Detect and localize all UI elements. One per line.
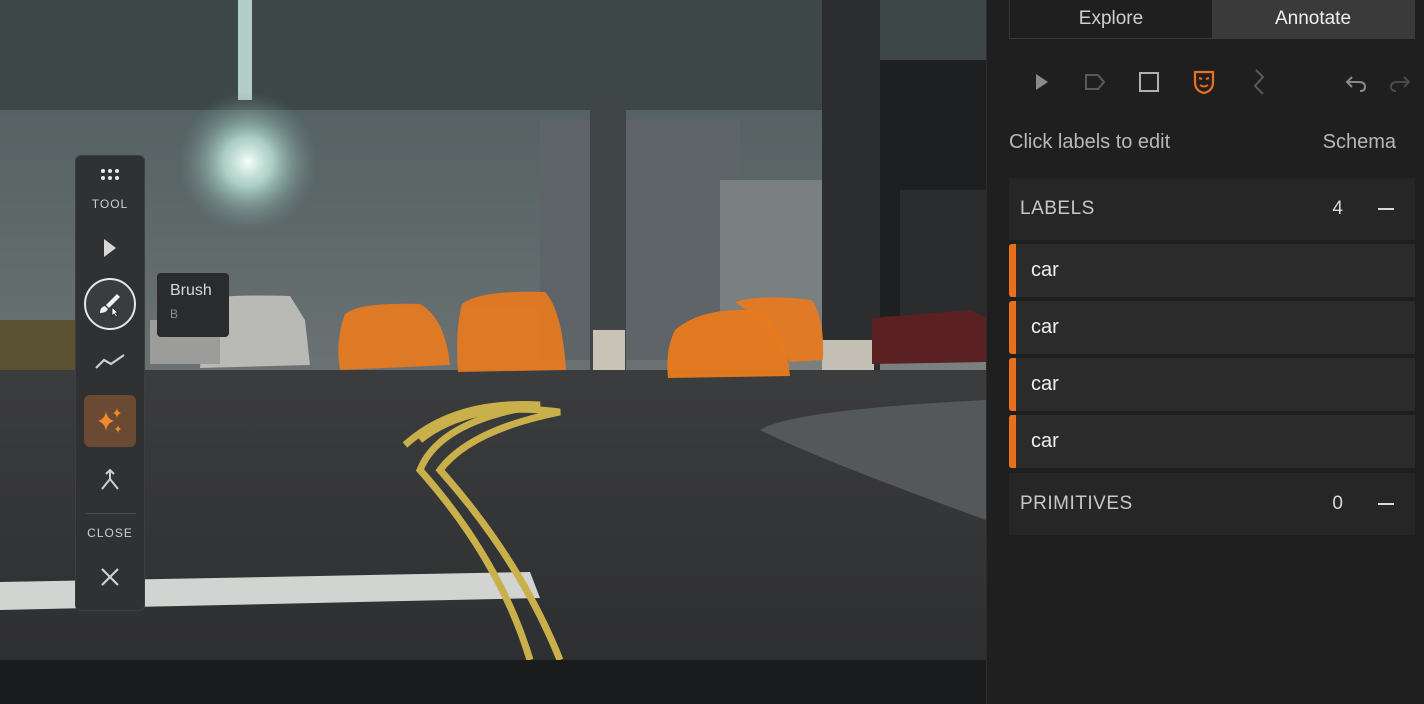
- label-name: car: [1031, 259, 1059, 281]
- undo-icon: [1345, 76, 1367, 92]
- label-name: car: [1031, 316, 1059, 338]
- tab-explore[interactable]: Explore: [1010, 0, 1212, 38]
- polyline-icon: [95, 354, 125, 369]
- annotation-sidebar: Explore Annotate Click labels to edit Sc…: [986, 0, 1424, 704]
- mode-tabs: Explore Annotate: [1009, 0, 1415, 39]
- redo-button[interactable]: [1383, 62, 1417, 102]
- image-canvas[interactable]: TOOL CLOSE Brush B: [0, 0, 986, 704]
- cursor-arrow-icon: [104, 239, 116, 257]
- smart-tool-button[interactable]: [84, 395, 136, 447]
- primitives-count: 0: [1332, 493, 1343, 514]
- mask-icon: [1193, 70, 1215, 95]
- bounding-box-button[interactable]: [1132, 62, 1166, 102]
- sparkle-icon: [98, 408, 121, 433]
- tooltip-shortcut: B: [170, 307, 179, 321]
- close-icon: [101, 568, 119, 586]
- schema-link[interactable]: Schema: [1323, 131, 1396, 154]
- annotation-tools-row: [987, 62, 1424, 102]
- cursor-arrow-icon: [1036, 74, 1048, 90]
- car-mask-2: [457, 291, 566, 372]
- polyline-button[interactable]: [1243, 62, 1277, 102]
- label-item[interactable]: car: [1009, 415, 1415, 468]
- label-item[interactable]: car: [1009, 358, 1415, 411]
- label-color-bar: [1009, 301, 1016, 354]
- label-color-bar: [1009, 358, 1016, 411]
- label-item[interactable]: car: [1009, 301, 1415, 354]
- tool-palette: TOOL CLOSE: [75, 155, 145, 611]
- toolbar-divider: [86, 513, 136, 514]
- parking-garage-photo: [0, 0, 986, 704]
- minus-icon: [1378, 503, 1394, 505]
- label-color-bar: [1009, 415, 1016, 468]
- classification-button[interactable]: [1078, 62, 1112, 102]
- merge-tool-button[interactable]: [84, 454, 136, 506]
- merge-icon: [101, 468, 119, 490]
- label-name: car: [1031, 373, 1059, 395]
- brush-icon: [100, 294, 120, 318]
- collapse-labels-button[interactable]: [1373, 196, 1399, 222]
- mask-button[interactable]: [1187, 62, 1221, 102]
- select-button[interactable]: [1025, 62, 1059, 102]
- brush-tool-button[interactable]: [84, 278, 136, 330]
- primitives-title: PRIMITIVES: [1020, 493, 1133, 514]
- polyline-tool-button[interactable]: [84, 336, 136, 388]
- close-button[interactable]: [84, 551, 136, 603]
- tag-icon: [1085, 74, 1106, 90]
- zigzag-icon: [1253, 69, 1265, 95]
- minus-icon: [1378, 208, 1394, 210]
- label-name: car: [1031, 430, 1059, 452]
- select-tool-button[interactable]: [84, 222, 136, 274]
- close-heading: CLOSE: [87, 526, 133, 540]
- labels-section-header[interactable]: LABELS 4: [1009, 178, 1415, 240]
- tab-annotate[interactable]: Annotate: [1212, 0, 1414, 38]
- labels-count: 4: [1332, 198, 1343, 219]
- tooltip-title: Brush: [170, 282, 212, 299]
- undo-button[interactable]: [1339, 62, 1373, 102]
- collapse-primitives-button[interactable]: [1373, 491, 1399, 517]
- label-item[interactable]: car: [1009, 244, 1415, 297]
- labels-title: LABELS: [1020, 198, 1095, 219]
- tool-heading: TOOL: [91, 197, 129, 211]
- redo-icon: [1389, 76, 1411, 92]
- square-icon: [1139, 72, 1159, 92]
- label-color-bar: [1009, 244, 1016, 297]
- edit-hint: Click labels to edit: [1009, 131, 1171, 153]
- brush-tooltip: Brush B: [157, 273, 229, 337]
- primitives-section-header[interactable]: PRIMITIVES 0: [1009, 473, 1415, 535]
- grid-drag-icon[interactable]: [101, 169, 121, 183]
